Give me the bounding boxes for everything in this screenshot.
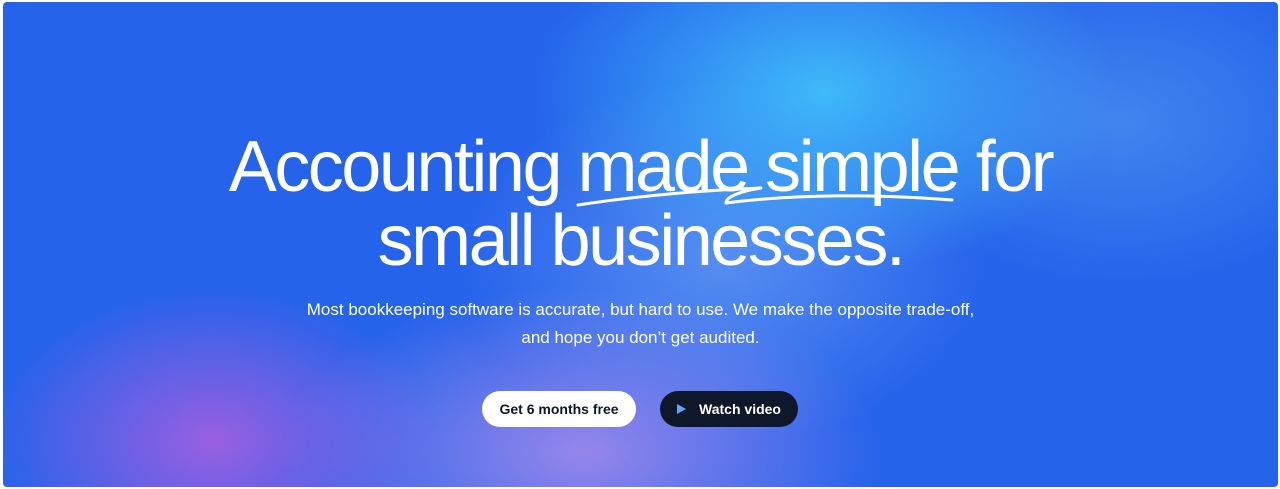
headline-line-1: Accounting made simple for [3, 127, 1278, 207]
headline-prefix: Accounting [228, 127, 578, 207]
headline-line-2: small businesses. [377, 201, 906, 281]
watch-video-label: Watch video [699, 401, 781, 417]
hero-headline: Accounting made simple for small busines… [3, 130, 1278, 278]
hero-section: Accounting made simple for small busines… [3, 2, 1278, 487]
headline-highlight: made simple [576, 127, 961, 207]
get-6-months-free-label: Get 6 months free [499, 401, 619, 417]
headline-highlight-text: made simple [577, 127, 961, 207]
hero-subheadline: Most bookkeeping software is accurate, b… [306, 300, 975, 347]
headline-suffix: for [958, 127, 1055, 207]
play-icon [677, 404, 687, 414]
watch-video-button[interactable]: Watch video [660, 391, 798, 427]
get-6-months-free-button[interactable]: Get 6 months free [482, 391, 636, 427]
